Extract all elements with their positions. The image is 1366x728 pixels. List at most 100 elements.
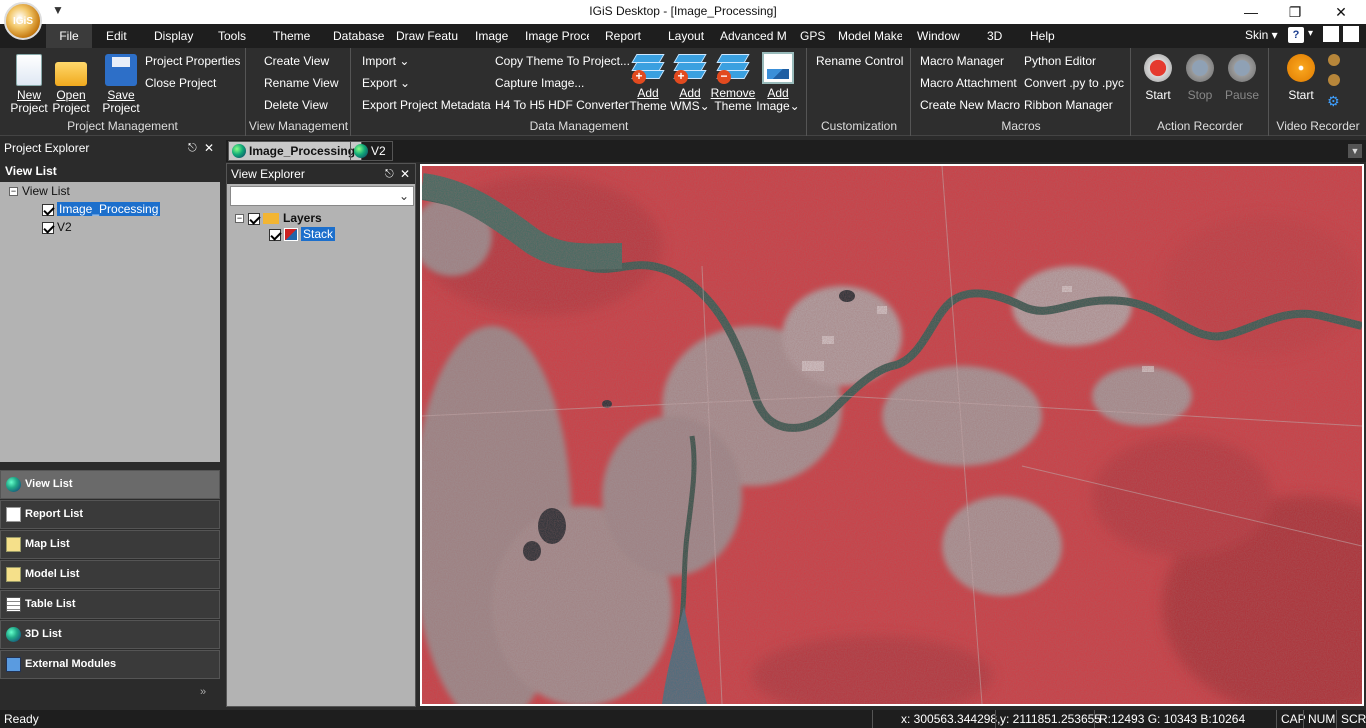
tree-item-image-processing[interactable]: Image_Processing — [42, 202, 161, 216]
video-start-icon[interactable] — [1287, 54, 1315, 82]
nav-3d-list[interactable]: 3D List — [0, 620, 220, 649]
view-checkbox[interactable] — [42, 221, 54, 234]
menu-theme[interactable]: Theme — [273, 24, 315, 48]
menu-file[interactable]: File — [46, 24, 92, 48]
menu-database[interactable]: Database — [333, 24, 385, 48]
tab-image-processing[interactable]: Image_Processing — [228, 141, 363, 161]
record-stop-icon[interactable] — [1186, 54, 1214, 82]
create-view-button[interactable]: Create View — [264, 54, 329, 68]
menu-advanced[interactable]: Advanced M — [720, 24, 786, 48]
status-scroll-lock: SCRL — [1336, 710, 1366, 728]
minimize-button[interactable]: — — [1228, 0, 1274, 24]
new-project-button[interactable]: New Project — [6, 54, 52, 115]
menu-draw-feature[interactable]: Draw Featur — [396, 24, 458, 48]
action-pause-label[interactable]: Pause — [1224, 88, 1260, 102]
tab-v2[interactable]: V2 — [350, 141, 393, 161]
action-stop-label[interactable]: Stop — [1184, 88, 1216, 102]
map-view[interactable] — [420, 164, 1364, 706]
tree-root-view-list[interactable]: − View List — [9, 184, 70, 198]
collapse-icon[interactable]: − — [9, 187, 18, 197]
menu-display[interactable]: Display — [154, 24, 198, 48]
pin-icon[interactable]: ⎋ — [385, 164, 394, 184]
rename-view-button[interactable]: Rename View — [264, 76, 338, 90]
tab-list-dropdown-icon[interactable]: ▼ — [1348, 144, 1362, 158]
collapse-icon[interactable]: − — [235, 214, 244, 224]
menu-image-processing[interactable]: Image Proce — [525, 24, 589, 48]
menu-help[interactable]: Help — [1030, 24, 1060, 48]
rename-control-button[interactable]: Rename Control — [816, 54, 903, 68]
menu-window[interactable]: Window — [917, 24, 965, 48]
add-image-button[interactable]: Add Image⌄ — [755, 52, 801, 113]
view-explorer-panel: View Explorer ⎋ ✕ ⌄ − Layers Stack — [226, 163, 416, 707]
view-combo-box[interactable]: ⌄ — [230, 186, 414, 206]
menu-layout[interactable]: Layout — [668, 24, 708, 48]
close-button[interactable]: ✕ — [1318, 0, 1364, 24]
layer-checkbox[interactable] — [269, 228, 281, 241]
save-project-button[interactable]: Save Project — [98, 54, 144, 115]
igis-logo[interactable]: IGiS — [4, 2, 42, 40]
record-pause-icon[interactable] — [1228, 54, 1256, 82]
macro-attachment-button[interactable]: Macro Attachment — [920, 76, 1017, 90]
close-icon[interactable]: ✕ — [204, 138, 214, 158]
gear-icon[interactable]: ⚙ — [1327, 94, 1341, 108]
video-stop-icon[interactable] — [1328, 54, 1340, 66]
import-dropdown[interactable]: Import ⌄ — [362, 54, 409, 68]
chevron-down-icon: ⌄ — [400, 76, 411, 90]
action-start-label[interactable]: Start — [1142, 88, 1174, 102]
menu-edit[interactable]: Edit — [106, 24, 140, 48]
record-start-icon[interactable] — [1144, 54, 1172, 82]
ribbon-option-button[interactable] — [1323, 26, 1339, 42]
python-editor-button[interactable]: Python Editor — [1024, 54, 1096, 68]
delete-view-button[interactable]: Delete View — [264, 98, 328, 112]
menu-image[interactable]: Image — [475, 24, 511, 48]
layer-stack[interactable]: Stack — [269, 227, 336, 242]
menu-3d[interactable]: 3D — [987, 24, 1007, 48]
create-new-macro-button[interactable]: Create New Macro — [920, 98, 1020, 112]
layers-checkbox[interactable] — [248, 212, 260, 225]
macro-manager-button[interactable]: Macro Manager — [920, 54, 1004, 68]
nav-view-list[interactable]: View List — [0, 470, 220, 499]
view-label-image-processing: Image_Processing — [57, 202, 161, 216]
project-properties-button[interactable]: Project Properties — [145, 54, 240, 68]
nav-table-list[interactable]: Table List — [0, 590, 220, 619]
copy-theme-button[interactable]: Copy Theme To Project... — [495, 54, 630, 68]
add-theme-button[interactable]: + Add Theme — [625, 52, 671, 113]
open-project-button[interactable]: Open Project — [48, 54, 94, 115]
tree-item-v2[interactable]: V2 — [42, 220, 72, 234]
menu-tools[interactable]: Tools — [218, 24, 252, 48]
nav-model-list[interactable]: Model List — [0, 560, 220, 589]
view-list-header: View List — [0, 160, 220, 182]
layers-root[interactable]: − Layers — [235, 211, 322, 225]
video-start-label[interactable]: Start — [1285, 88, 1317, 102]
ribbon-manager-button[interactable]: Ribbon Manager — [1024, 98, 1113, 112]
expand-chevron-icon[interactable]: » — [200, 686, 206, 698]
nav-label: Map List — [25, 538, 70, 550]
remove-theme-button[interactable]: − Remove Theme — [710, 52, 756, 113]
close-icon[interactable]: ✕ — [400, 164, 410, 184]
menu-gps[interactable]: GPS — [800, 24, 828, 48]
satellite-image[interactable] — [422, 166, 1362, 704]
help-dropdown-icon[interactable]: ▾ — [1308, 28, 1313, 39]
nav-report-list[interactable]: Report List — [0, 500, 220, 529]
add-wms-button[interactable]: + Add WMS⌄ — [667, 52, 713, 113]
status-caps-lock: CAP — [1276, 710, 1306, 728]
nav-external-modules[interactable]: External Modules — [0, 650, 220, 679]
help-icon[interactable]: ? — [1288, 27, 1304, 43]
skin-selector[interactable]: Skin ▾ — [1245, 28, 1278, 42]
video-pause-icon[interactable] — [1328, 74, 1340, 86]
export-dropdown[interactable]: Export ⌄ — [362, 76, 410, 90]
maximize-button[interactable]: ❐ — [1272, 0, 1318, 24]
nav-map-list[interactable]: Map List — [0, 530, 220, 559]
ribbon-option-button-2[interactable] — [1343, 26, 1359, 42]
convert-py-button[interactable]: Convert .py to .pyc — [1024, 76, 1124, 90]
view-checkbox[interactable] — [42, 203, 54, 216]
pin-icon[interactable]: ⎋ — [188, 138, 197, 158]
close-project-button[interactable]: Close Project — [145, 76, 216, 90]
capture-image-button[interactable]: Capture Image... — [495, 76, 584, 90]
menu-model-maker[interactable]: Model Make — [838, 24, 902, 48]
export-project-metadata-button[interactable]: Export Project Metadata — [362, 98, 491, 112]
menu-report[interactable]: Report — [605, 24, 647, 48]
group-action-recorder: Start Stop Pause Action Recorder — [1132, 48, 1269, 136]
h4-to-h5-button[interactable]: H4 To H5 HDF Converter — [495, 98, 629, 112]
view-explorer-header: View Explorer ⎋ ✕ — [227, 164, 415, 184]
